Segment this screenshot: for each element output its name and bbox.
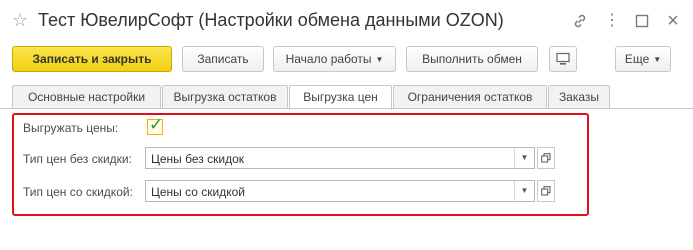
chevron-down-icon: ▼ (653, 54, 662, 64)
title-bar: ☆ Тест ЮвелирСофт (Настройки обмена данн… (0, 0, 693, 44)
tab-strip: Основные настройки Выгрузка остатков Выг… (0, 85, 693, 110)
price-discount-field[interactable]: Цены со скидкой ▼ (145, 180, 535, 202)
close-icon[interactable]: × (662, 10, 684, 32)
open-price-discount-button[interactable] (537, 180, 555, 202)
monitor-button[interactable] (549, 46, 577, 72)
open-copy-icon (541, 153, 551, 163)
dropdown-arrow-icon[interactable]: ▼ (514, 181, 534, 201)
tab-main-settings[interactable]: Основные настройки (12, 85, 161, 109)
start-work-label: Начало работы (285, 52, 372, 66)
tab-stock-export[interactable]: Выгрузка остатков (162, 85, 288, 109)
more-button[interactable]: Еще ▼ (615, 46, 671, 72)
checkmark-icon: ✓ (149, 115, 164, 134)
tab-orders[interactable]: Заказы (548, 85, 610, 109)
start-work-button[interactable]: Начало работы ▼ (273, 46, 396, 72)
export-prices-checkbox[interactable]: ✓ (147, 115, 164, 135)
dropdown-arrow-icon[interactable]: ▼ (514, 148, 534, 168)
more-actions-icon[interactable]: ⋮ (601, 10, 623, 32)
link-icon[interactable] (569, 10, 591, 32)
command-bar: Записать и закрыть Записать Начало работ… (0, 46, 693, 76)
chevron-down-icon: ▼ (375, 54, 384, 64)
export-prices-label: Выгружать цены: (23, 121, 119, 135)
open-copy-icon (541, 186, 551, 196)
window-title: Тест ЮвелирСофт (Настройки обмена данным… (38, 10, 504, 30)
open-price-no-discount-button[interactable] (537, 147, 555, 169)
price-discount-label: Тип цен со скидкой: (23, 185, 133, 199)
save-button[interactable]: Записать (182, 46, 264, 72)
price-discount-value: Цены со скидкой (151, 185, 245, 199)
save-and-close-button[interactable]: Записать и закрыть (12, 46, 172, 72)
tab-divider (0, 108, 693, 109)
tab-stock-limits[interactable]: Ограничения остатков (393, 85, 547, 109)
price-no-discount-label: Тип цен без скидки: (23, 152, 132, 166)
run-exchange-button[interactable]: Выполнить обмен (406, 46, 538, 72)
price-no-discount-field[interactable]: Цены без скидок ▼ (145, 147, 535, 169)
maximize-icon[interactable] (631, 10, 653, 32)
tab-price-export[interactable]: Выгрузка цен (289, 85, 392, 110)
more-label: Еще (624, 52, 650, 66)
monitor-icon (556, 52, 570, 65)
price-no-discount-value: Цены без скидок (151, 152, 244, 166)
favorite-star-icon[interactable]: ☆ (12, 10, 28, 30)
